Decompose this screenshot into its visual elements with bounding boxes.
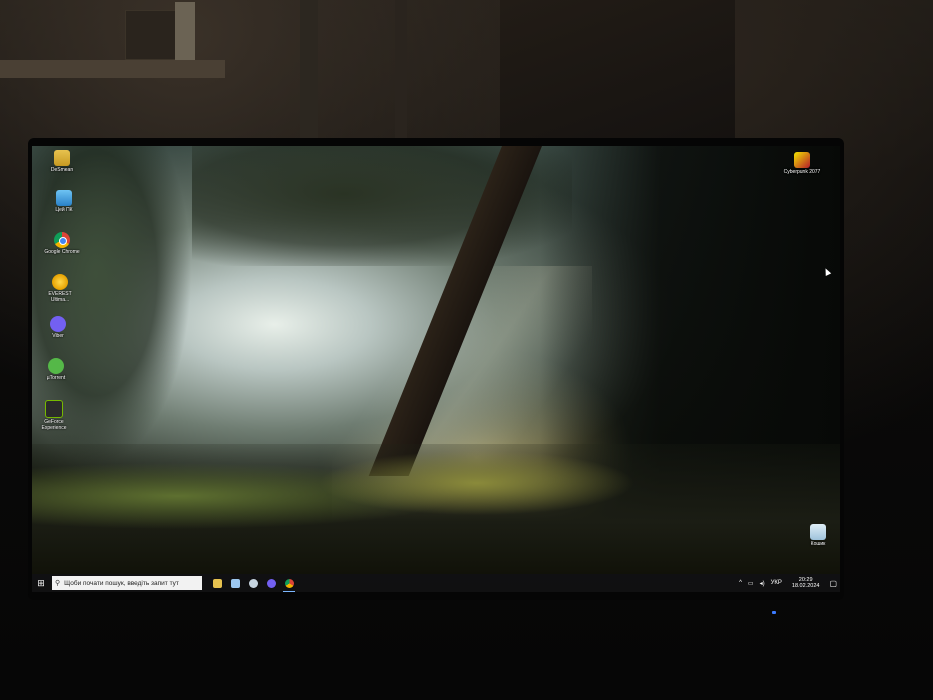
desktop-icon-label: Цей ПК [55,207,73,213]
volume-icon[interactable]: ◂) [760,580,765,587]
chrome-icon [284,578,294,588]
desktop-icon-label: DeSmean [50,167,74,173]
everest-icon [52,274,68,290]
taskbar-clock[interactable]: 20:29 18.02.2024 [789,577,823,589]
desktop-icon-label: µTorrent [46,375,66,381]
desktop-icon-label: GeForce Experience [41,419,67,431]
this-pc-icon [56,190,72,206]
system-tray: ^ ▭ ◂) УКР 20:29 18.02.2024 ▢ [736,577,840,589]
desktop-icon-label: EVEREST Ultima... [48,291,72,303]
recycle-bin-icon [810,524,826,540]
tray-overflow-chevron-icon[interactable]: ^ [739,580,742,586]
desktop-icon-recycle-bin[interactable]: Кошик [798,524,838,548]
desktop-icon-geforce-experience[interactable]: GeForce Experience [34,400,74,431]
folder-icon [212,578,222,588]
shelf-box [175,2,195,60]
search-icon: ⚲ [55,580,61,587]
desktop-icon-label: Cyberpunk 2077 [783,169,821,175]
desktop-icon-cyberpunk-2077[interactable]: Cyberpunk 2077 [782,152,822,176]
utorrent-icon [48,358,64,374]
network-icon[interactable]: ▭ [748,580,754,587]
taskbar-app-notepad[interactable] [226,574,244,592]
shelf-box [125,10,177,60]
wall-poster [500,0,735,140]
taskbar-app-chrome[interactable] [280,574,298,592]
viber-icon [266,578,276,588]
folder-icon [54,150,70,166]
notepad-icon [230,578,240,588]
start-button[interactable]: ⊞ [32,574,50,592]
chrome-icon [54,232,70,248]
taskbar-app-file-explorer[interactable] [208,574,226,592]
search-placeholder: Щоби почати пошук, введіть запит тут [64,579,179,587]
desktop-icon-label: Viber [52,333,64,339]
desktop-icon-label: Кошик [810,541,826,547]
taskbar-app-steam[interactable] [244,574,262,592]
taskbar-app-viber[interactable] [262,574,280,592]
viber-icon [50,316,66,332]
taskbar-pinned-apps [208,574,298,592]
taskbar: ⊞ ⚲ Щоби почати пошук, введіть запит тут [32,574,840,592]
geforce-icon [45,400,63,418]
desktop-screen: DeSmean Цей ПК Google Chrome EVEREST Ult… [32,146,840,592]
desktop-icon-this-pc[interactable]: Цей ПК [44,190,84,214]
cyberpunk-icon [794,152,810,168]
wallpaper-forest-floor [32,444,840,574]
desktop-icon-desmean[interactable]: DeSmean [42,150,82,174]
taskbar-search-box[interactable]: ⚲ Щоби почати пошук, введіть запит тут [52,576,202,590]
language-indicator[interactable]: УКР [771,580,782,586]
notification-center-icon[interactable]: ▢ [829,579,837,588]
monitor-power-led [772,611,776,614]
wall-shelf [0,60,225,78]
desktop-icon-google-chrome[interactable]: Google Chrome [42,232,82,256]
steam-icon [248,578,258,588]
door-frame [395,0,407,140]
desktop-icon-everest[interactable]: EVEREST Ultima... [40,274,80,303]
desktop-icon-viber[interactable]: Viber [38,316,78,340]
desktop-icon-label: Google Chrome [44,249,80,255]
desktop-icon-utorrent[interactable]: µTorrent [36,358,76,382]
door-frame [300,0,318,140]
clock-date: 18.02.2024 [791,583,820,589]
windows-logo-icon: ⊞ [37,577,45,588]
monitor-bezel: DeSmean Цей ПК Google Chrome EVEREST Ult… [28,138,844,600]
